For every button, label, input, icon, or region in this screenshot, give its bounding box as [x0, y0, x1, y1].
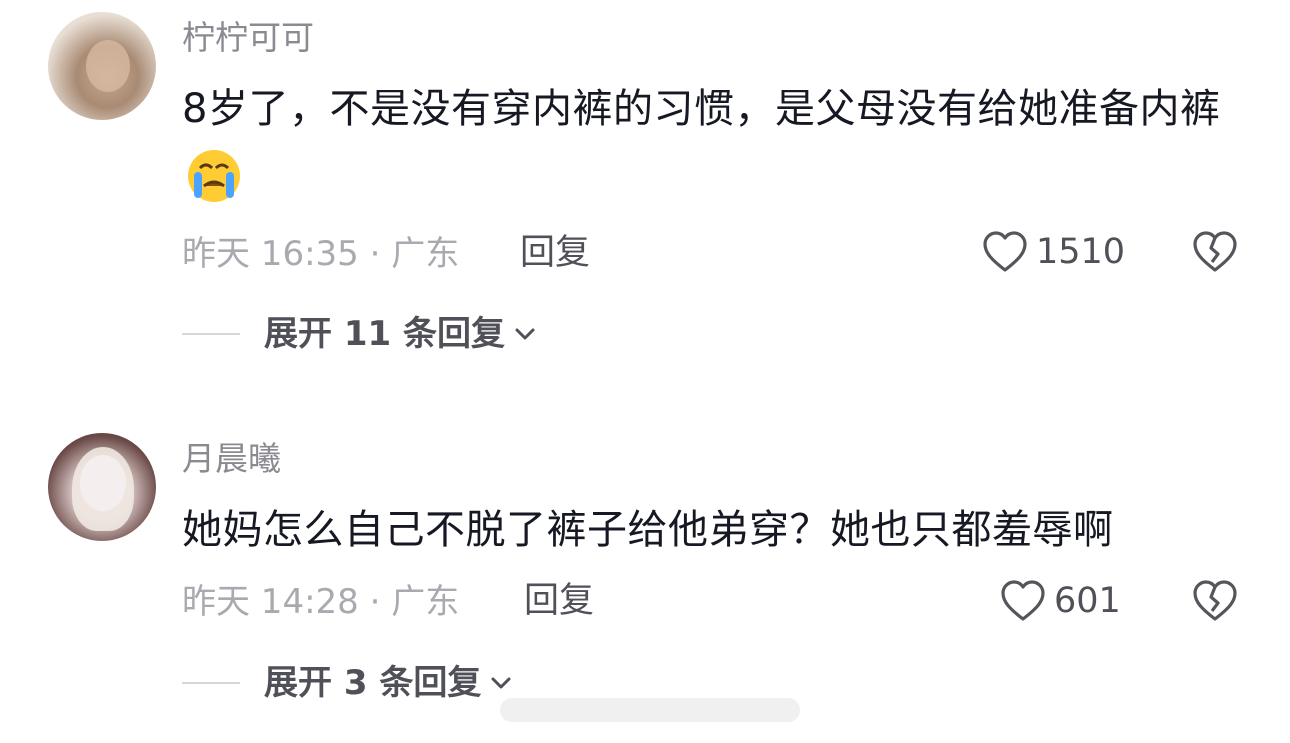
- comment-meta: 昨天 14:28 · 广东: [182, 582, 460, 622]
- expand-replies-button[interactable]: 展开 3 条回复: [182, 666, 513, 700]
- comment-text: 她妈怎么自己不脱了裤子给他弟穿？她也只都羞辱啊: [182, 507, 1114, 553]
- broken-heart-icon: [1193, 580, 1237, 621]
- heart-outline-icon: [1001, 580, 1045, 621]
- watermark-graphic: [500, 698, 800, 722]
- dislike-button[interactable]: [1192, 579, 1238, 627]
- like-button[interactable]: 601: [1000, 579, 1121, 623]
- avatar[interactable]: [48, 433, 156, 541]
- avatar-face: [80, 455, 126, 511]
- expand-replies-label: 展开 3 条回复: [264, 663, 482, 703]
- comment-item: 月晨曦 她妈怎么自己不脱了裤子给他弟穿？她也只都羞辱啊 昨天 14:28 · 广…: [0, 0, 1290, 743]
- reply-button[interactable]: 回复: [524, 584, 594, 619]
- divider: [182, 682, 240, 684]
- like-count: 601: [1054, 580, 1121, 621]
- chevron-down-icon: [491, 677, 511, 689]
- username[interactable]: 月晨曦: [182, 442, 281, 475]
